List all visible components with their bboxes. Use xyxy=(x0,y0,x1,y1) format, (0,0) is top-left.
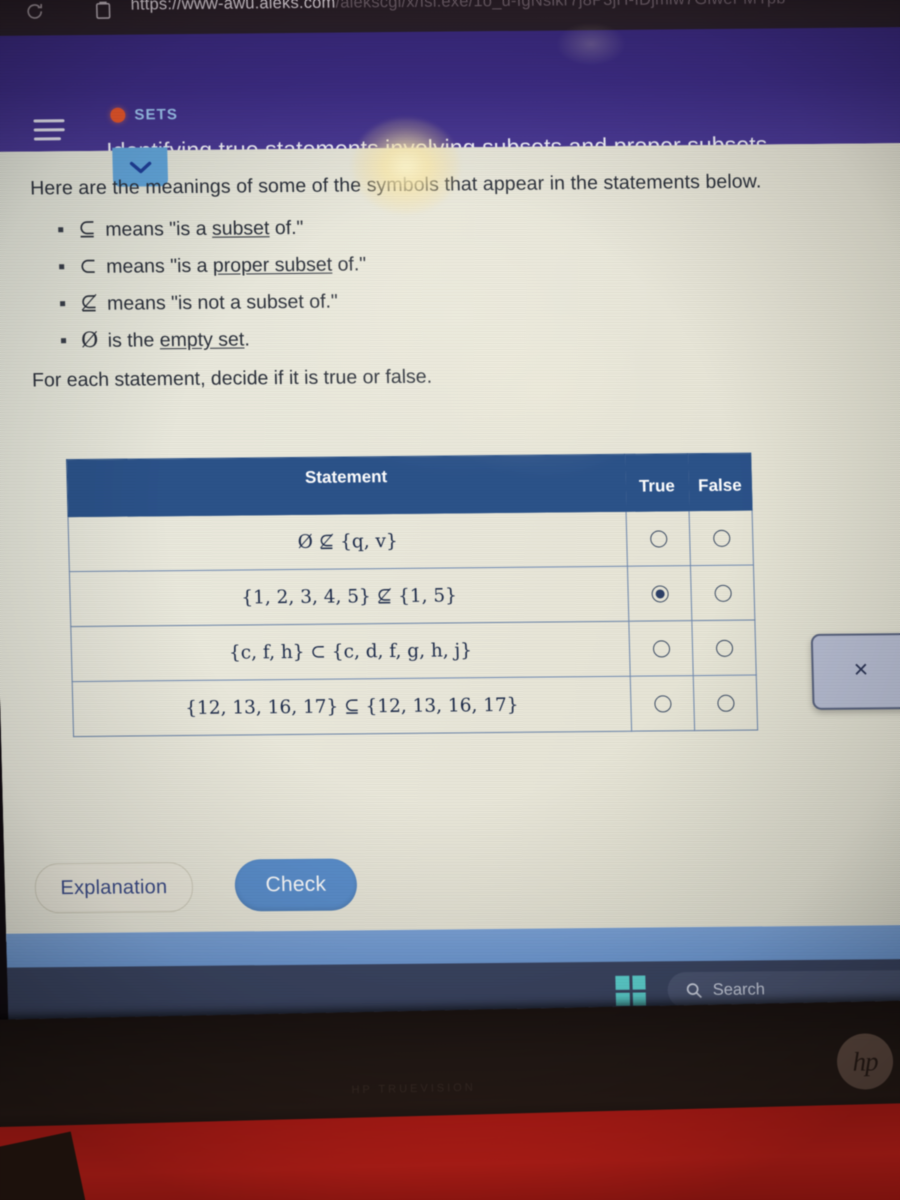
hp-logo: hp xyxy=(836,1032,894,1091)
radio-true[interactable] xyxy=(652,640,670,658)
radio-false-cell[interactable] xyxy=(689,510,754,566)
legend-text-pre: is the xyxy=(102,329,161,352)
radio-true[interactable] xyxy=(650,585,669,603)
address-bar[interactable]: https://www-awu.aleks.com/alekscgi/x/Isl… xyxy=(130,0,900,28)
search-icon xyxy=(686,982,702,998)
legend-item-empty-set: Ø is the empty set. xyxy=(81,325,369,353)
column-header-false: False xyxy=(687,453,753,511)
radio-true[interactable] xyxy=(649,530,667,548)
radio-false[interactable] xyxy=(712,529,730,547)
statements-table: Statement True False Ø ⊈ {q, v} {1, 2, 3… xyxy=(66,453,758,737)
column-header-statement: Statement xyxy=(66,454,627,517)
statement-cell: Ø ⊈ {q, v} xyxy=(68,511,628,572)
column-header-true: True xyxy=(624,453,690,512)
explanation-button[interactable]: Explanation xyxy=(34,861,194,914)
statement-cell: {c, f, h} ⊂ {c, d, f, g, h, j} xyxy=(70,621,631,682)
glossary-link-empty-set[interactable]: empty set xyxy=(159,328,244,351)
orange-circle-icon xyxy=(110,107,126,123)
legend-item-proper-subset: ⊂ means "is a proper subset of." xyxy=(79,251,367,279)
aleks-header: SETS Identifying true statements involvi… xyxy=(0,26,900,164)
not-subset-symbol: ⊈ xyxy=(79,290,99,316)
url-path: /alekscgi/x/Isl.exe/1o_u-IgNslkr7j8P3jH-… xyxy=(335,0,786,12)
legend-text-post: . xyxy=(244,328,250,351)
close-icon[interactable]: × xyxy=(853,655,868,684)
proper-subset-symbol: ⊂ xyxy=(78,253,98,279)
statement-cell: {12, 13, 16, 17} ⊆ {12, 13, 16, 17} xyxy=(72,676,632,737)
table-row: {1, 2, 3, 4, 5} ⊈ {1, 5} xyxy=(69,565,755,627)
laptop-screen-photo: https://www-awu.aleks.com/alekscgi/x/Isl… xyxy=(0,0,900,1200)
radio-false-cell[interactable] xyxy=(691,620,757,676)
table-row: {12, 13, 16, 17} ⊆ {12, 13, 16, 17} xyxy=(72,675,758,737)
table-row: Ø ⊈ {q, v} xyxy=(68,510,754,572)
module-badge: SETS xyxy=(110,106,178,124)
radio-false[interactable] xyxy=(713,584,732,602)
table-header-row: Statement True False xyxy=(66,453,753,517)
legend-item-subset: ⊆ means "is a subset of." xyxy=(78,214,366,242)
radio-false-cell[interactable] xyxy=(690,565,755,621)
instruction-text: For each statement, decide if it is true… xyxy=(31,365,433,392)
legend-item-not-subset: ⊈ means "is not a subset of." xyxy=(80,288,368,316)
bezel-brand-text: HP TRUEVISION xyxy=(351,1081,476,1097)
search-placeholder-text: Search xyxy=(712,979,766,999)
module-label: SETS xyxy=(134,106,179,124)
legend-text-pre: means "is a xyxy=(99,217,213,241)
lesson-content-area: Here are the meanings of some of the sym… xyxy=(0,142,900,942)
legend-text-post: of." xyxy=(331,253,367,276)
table-row: {c, f, h} ⊂ {c, d, f, g, h, j} xyxy=(70,620,757,682)
legend-text-pre: means "is a xyxy=(100,254,214,278)
url-domain: https://www-awu.aleks.com xyxy=(130,0,336,14)
side-popup-panel[interactable]: × xyxy=(810,632,900,710)
glossary-link-proper-subset[interactable]: proper subset xyxy=(213,254,333,277)
windows-start-icon[interactable] xyxy=(615,975,647,1006)
symbol-legend-list: ⊆ means "is a subset of." ⊂ means "is a … xyxy=(54,214,369,365)
radio-true[interactable] xyxy=(653,695,672,713)
legend-text-pre: means "is not a subset of." xyxy=(101,290,339,315)
subset-symbol: ⊆ xyxy=(77,216,97,242)
check-button[interactable]: Check xyxy=(234,858,358,912)
statement-cell: {1, 2, 3, 4, 5} ⊈ {1, 5} xyxy=(69,566,629,627)
radio-false[interactable] xyxy=(715,639,733,657)
reload-icon[interactable] xyxy=(24,1,45,21)
page-favicon-icon xyxy=(94,1,111,20)
radio-true-cell[interactable] xyxy=(628,620,694,677)
screen-area: https://www-awu.aleks.com/alekscgi/x/Isl… xyxy=(0,0,900,1044)
hamburger-menu-icon[interactable] xyxy=(33,119,68,145)
radio-false[interactable] xyxy=(716,694,735,712)
radio-true-cell[interactable] xyxy=(627,565,692,622)
radio-false-cell[interactable] xyxy=(693,675,758,731)
radio-true-cell[interactable] xyxy=(630,675,695,732)
glossary-link-subset[interactable]: subset xyxy=(212,217,270,240)
radio-true-cell[interactable] xyxy=(626,510,691,567)
legend-text-post: of." xyxy=(269,216,304,240)
chevron-down-icon xyxy=(129,161,151,173)
empty-set-symbol: Ø xyxy=(80,327,99,353)
